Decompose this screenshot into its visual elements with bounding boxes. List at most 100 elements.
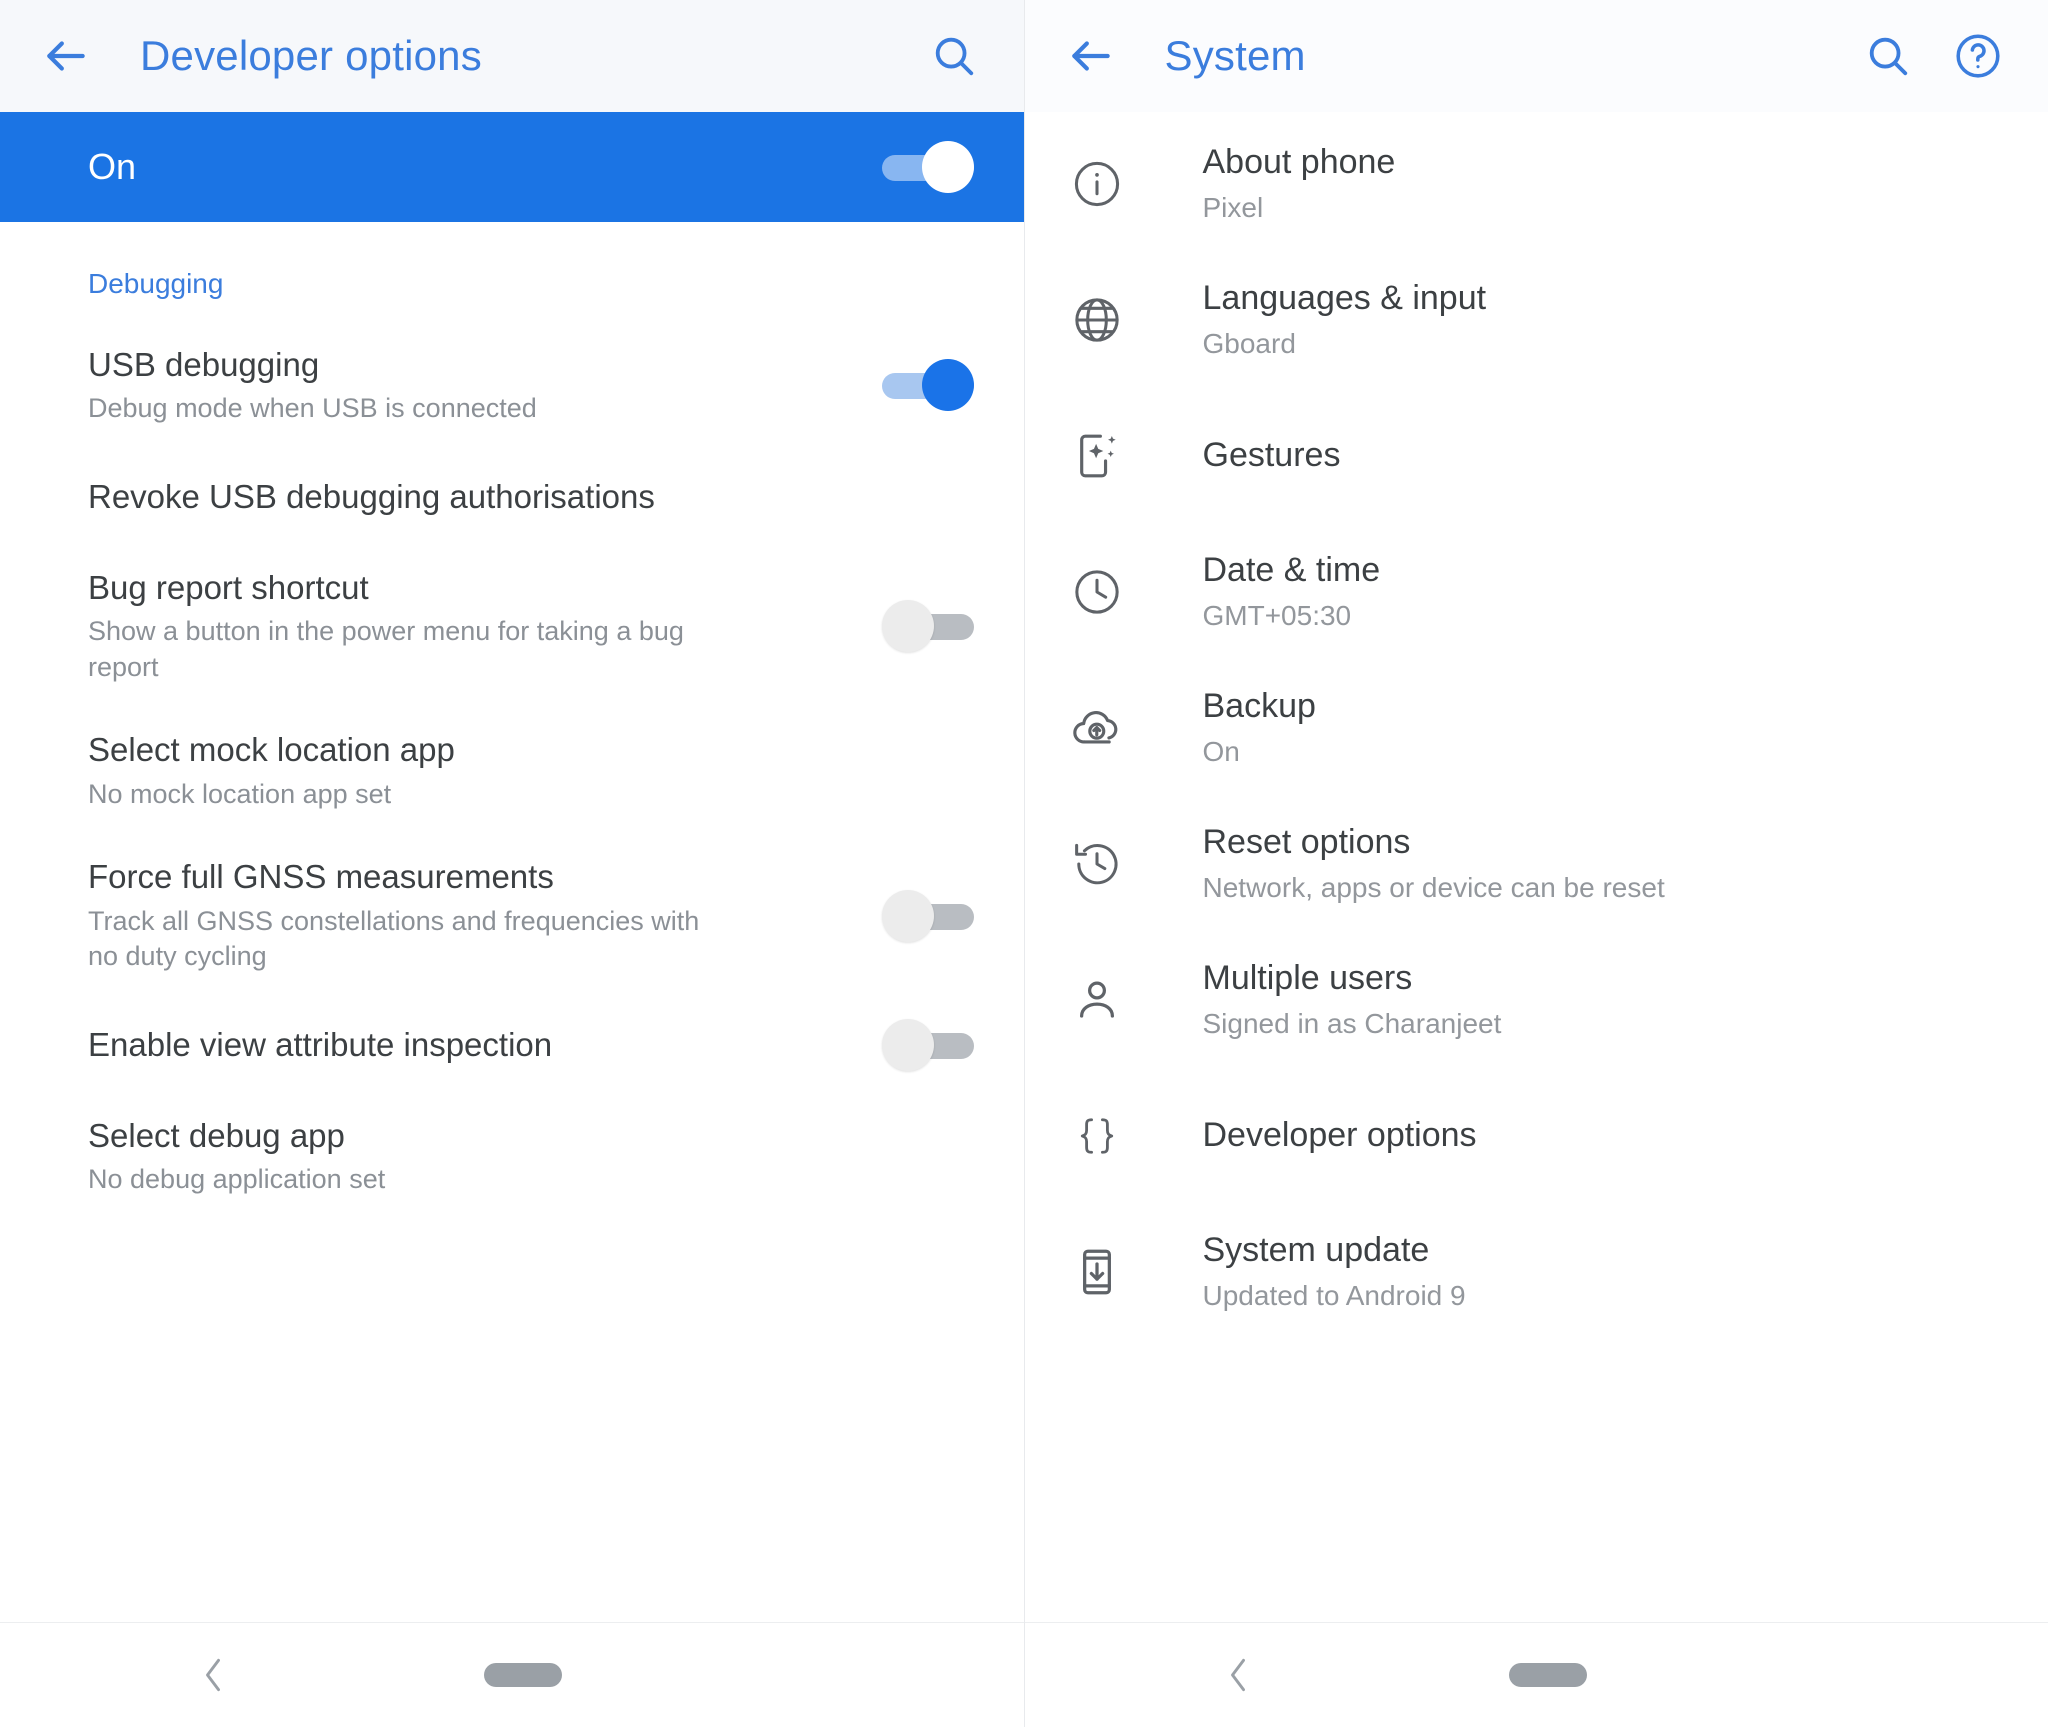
gestures-icon [1069, 428, 1125, 484]
section-header-debugging: Debugging [88, 268, 224, 299]
switch-knob [881, 600, 934, 653]
dual-panel-screenshot: Developer options On Debugging USB debug… [0, 0, 2048, 1727]
home-pill-icon[interactable] [1508, 1663, 1587, 1687]
list-item-gestures[interactable]: Gestures [1025, 388, 2048, 524]
back-arrow-icon[interactable] [38, 28, 94, 84]
list-item-title: System update [1202, 1231, 1430, 1270]
list-item-title: Developer options [1202, 1116, 1477, 1155]
search-icon[interactable] [922, 24, 986, 88]
pref-text: Revoke USB debugging authorisations [88, 476, 974, 517]
right-appbar: System [1024, 0, 2048, 112]
list-item-reset-options[interactable]: Reset options Network, apps or device ca… [1025, 796, 2048, 932]
view-attribute-inspection-toggle[interactable] [881, 1018, 974, 1071]
clock-icon [1069, 564, 1125, 620]
pref-text: USB debugging Debug mode when USB is con… [88, 344, 882, 427]
developer-options-panel: Developer options On Debugging USB debug… [0, 0, 1025, 1727]
home-pill-icon[interactable] [484, 1663, 562, 1687]
system-settings-list: About phone Pixel Languages & input Gboa… [1025, 112, 2048, 1622]
info-circle-icon [1069, 156, 1125, 212]
pref-summary: Track all GNSS constellations and freque… [88, 905, 700, 972]
list-item-text: Gestures [1203, 435, 1341, 476]
globe-icon [1069, 292, 1125, 348]
list-item-title: Gestures [1202, 436, 1341, 475]
list-item-text: Backup On [1203, 686, 1316, 770]
pref-summary: Debug mode when USB is connected [88, 393, 537, 424]
chevron-left-icon[interactable] [1223, 1653, 1253, 1697]
pref-text: Bug report shortcut Show a button in the… [88, 567, 882, 686]
usb-debugging-toggle[interactable] [881, 359, 974, 412]
list-item-title: Date & time [1202, 551, 1381, 590]
pref-text: Enable view attribute inspection [88, 1024, 882, 1065]
cloud-upload-icon [1069, 700, 1125, 756]
developer-options-list: Debugging USB debugging Debug mode when … [0, 222, 1024, 1622]
system-settings-panel: System About phone Pixel Languages & inp… [1024, 0, 2048, 1727]
pref-select-debug-app[interactable]: Select debug app No debug application se… [0, 1093, 1024, 1220]
switch-knob [921, 359, 974, 412]
list-item-system-update[interactable]: System update Updated to Android 9 [1025, 1204, 2048, 1340]
pref-title: Revoke USB debugging authorisations [88, 478, 655, 516]
list-item-about-phone[interactable]: About phone Pixel [1025, 116, 2048, 252]
pref-title: Enable view attribute inspection [88, 1026, 553, 1064]
pref-usb-debugging[interactable]: USB debugging Debug mode when USB is con… [0, 322, 1024, 449]
system-update-icon [1069, 1244, 1125, 1300]
chevron-left-icon[interactable] [198, 1653, 228, 1697]
list-item-summary: Pixel [1202, 191, 1264, 223]
help-circle-icon[interactable] [1946, 24, 2010, 88]
list-item-text: System update Updated to Android 9 [1203, 1230, 1466, 1314]
list-item-text: Reset options Network, apps or device ca… [1203, 822, 1665, 906]
list-item-text: Multiple users Signed in as Charanjeet [1203, 958, 1502, 1042]
master-switch-toggle[interactable] [881, 141, 974, 193]
pref-title: USB debugging [88, 346, 320, 383]
page-title: System [1164, 32, 1306, 79]
switch-knob [881, 889, 934, 942]
list-item-backup[interactable]: Backup On [1025, 660, 2048, 796]
switch-knob [881, 1018, 934, 1071]
list-item-text: About phone Pixel [1203, 142, 1396, 226]
list-item-date-and-time[interactable]: Date & time GMT+05:30 [1025, 524, 2048, 660]
list-item-languages-and-input[interactable]: Languages & input Gboard [1025, 252, 2048, 388]
pref-summary: No debug application set [88, 1164, 386, 1194]
pref-title: Select debug app [88, 1116, 345, 1154]
switch-knob [921, 141, 974, 193]
list-item-text: Date & time GMT+05:30 [1203, 550, 1381, 634]
left-appbar: Developer options [0, 0, 1024, 112]
list-item-multiple-users[interactable]: Multiple users Signed in as Charanjeet [1025, 932, 2048, 1068]
list-item-summary: On [1202, 735, 1240, 767]
list-item-title: Languages & input [1202, 279, 1487, 318]
list-item-title: Backup [1202, 687, 1316, 726]
list-item-developer-options[interactable]: Developer options [1025, 1068, 2048, 1204]
pref-select-mock-location-app[interactable]: Select mock location app No mock locatio… [0, 707, 1024, 834]
developer-options-master-switch-row[interactable]: On [0, 112, 1024, 222]
list-item-summary: Signed in as Charanjeet [1202, 1007, 1502, 1039]
force-full-gnss-toggle[interactable] [881, 889, 974, 942]
list-item-text: Developer options [1203, 1115, 1477, 1156]
pref-bug-report-shortcut[interactable]: Bug report shortcut Show a button in the… [0, 545, 1024, 708]
history-icon [1069, 836, 1125, 892]
list-item-title: Multiple users [1202, 959, 1413, 998]
master-switch-label: On [88, 146, 137, 187]
list-item-title: Reset options [1202, 823, 1411, 862]
pref-text: Force full GNSS measurements Track all G… [88, 856, 882, 975]
pref-text: Select mock location app No mock locatio… [88, 729, 974, 812]
pref-summary: Show a button in the power menu for taki… [88, 616, 684, 682]
list-item-summary: Gboard [1202, 327, 1296, 359]
pref-title: Select mock location app [88, 731, 455, 769]
pref-title: Bug report shortcut [88, 568, 369, 606]
back-arrow-icon[interactable] [1063, 28, 1119, 84]
pref-enable-view-attribute-inspection[interactable]: Enable view attribute inspection [0, 997, 1024, 1093]
list-item-title: About phone [1202, 143, 1396, 182]
list-item-summary: GMT+05:30 [1202, 599, 1352, 631]
right-navigation-bar [1024, 1622, 2048, 1727]
person-icon [1069, 972, 1125, 1028]
pref-force-full-gnss-measurements[interactable]: Force full GNSS measurements Track all G… [0, 834, 1024, 997]
pref-summary: No mock location app set [88, 778, 392, 809]
list-item-summary: Updated to Android 9 [1202, 1279, 1466, 1311]
pref-text: Select debug app No debug application se… [88, 1115, 974, 1198]
bug-report-shortcut-toggle[interactable] [881, 600, 974, 653]
left-navigation-bar [0, 1622, 1024, 1727]
pref-title: Force full GNSS measurements [88, 858, 554, 896]
braces-icon [1069, 1108, 1125, 1164]
search-icon[interactable] [1856, 24, 1920, 88]
pref-revoke-usb-debugging-authorisations[interactable]: Revoke USB debugging authorisations [0, 449, 1024, 545]
list-item-text: Languages & input Gboard [1203, 278, 1487, 362]
